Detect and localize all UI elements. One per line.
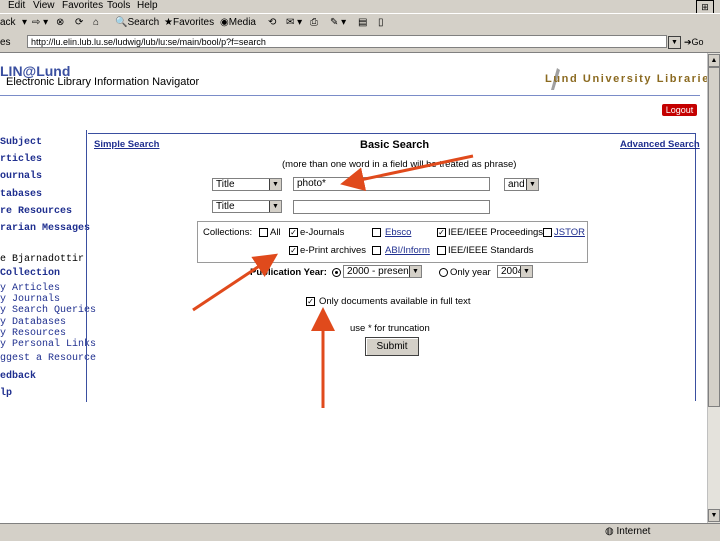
chevron-down-icon: ▼ (520, 266, 532, 277)
home-icon[interactable]: ⌂ (93, 17, 99, 28)
sidebar-my-personal-links[interactable]: y Personal Links (0, 339, 96, 350)
annotation-arrows (192, 154, 474, 408)
sidebar-item-journals[interactable]: ournals (0, 171, 42, 182)
scrollbar-thumb[interactable] (708, 67, 720, 407)
go-button[interactable]: ➔Go (684, 37, 704, 48)
site-logo-subtitle: Electronic Library Information Navigator (6, 76, 200, 88)
menu-bar: Edit View Favorites Tools Help (0, 0, 720, 13)
sidebar-item-more-resources[interactable]: re Resources (0, 206, 72, 217)
sidebar-help[interactable]: lp (0, 388, 12, 399)
go-label: Go (691, 37, 704, 47)
search-label: Search (127, 17, 160, 28)
search-panel-right-border (695, 133, 696, 401)
sidebar-item-librarian-messages[interactable]: rarian Messages (0, 223, 90, 234)
sidebar-my-collection-heading[interactable]: Collection (0, 268, 60, 279)
sidebar-my-resources[interactable]: y Resources (0, 328, 66, 339)
arrow-to-collections (192, 253, 279, 312)
chevron-down-icon: ▼ (526, 179, 538, 190)
back-dropdown-icon[interactable]: ▾ (22, 17, 27, 28)
stop-icon[interactable]: ⊗ (56, 17, 64, 28)
sidebar-feedback[interactable]: edback (0, 371, 36, 382)
collection-jstor-checkbox[interactable] (543, 228, 552, 237)
history-icon[interactable]: ⟲ (268, 17, 276, 28)
media-label: Media (228, 17, 256, 28)
sidebar-my-search-queries[interactable]: y Search Queries (0, 305, 96, 316)
favorites-toolbar-button[interactable]: ★Favorites (164, 17, 214, 28)
sidebar-divider (86, 130, 87, 402)
sidebar-item-subject[interactable]: Subject (0, 137, 42, 148)
logout-button[interactable]: Logout (662, 104, 697, 116)
scroll-down-icon[interactable]: ▼ (708, 509, 720, 522)
internet-zone: ◍ Internet (605, 526, 650, 537)
toolbar: ack ▾ ⇨ ▾ ⊗ ⟳ ⌂ 🔍Search ★Favorites ◉Medi… (0, 13, 720, 35)
sidebar-suggest-resource[interactable]: ggest a Resource (0, 353, 96, 364)
sidebar-my-journals[interactable]: y Journals (0, 294, 60, 305)
advanced-search-link[interactable]: Advanced Search (620, 139, 700, 150)
globe-icon: ◍ (605, 526, 614, 537)
media-icon: ◉ (220, 17, 229, 28)
collection-jstor-link[interactable]: JSTOR (554, 227, 585, 238)
back-button[interactable]: ack (0, 17, 16, 28)
sidebar-item-databases[interactable]: tabases (0, 189, 42, 200)
simple-search-link[interactable]: Simple Search (94, 139, 159, 150)
media-toolbar-button[interactable]: ◉Media (220, 17, 256, 28)
discuss-icon[interactable]: ▤ (358, 17, 367, 28)
arrow-to-search-term (340, 154, 474, 191)
search-panel-top-border (88, 133, 696, 134)
favorites-icon: ★ (164, 17, 173, 28)
menu-edit[interactable]: Edit (8, 0, 25, 11)
print-icon[interactable]: ⎙ (310, 17, 318, 28)
windows-logo-icon: ⊞ (696, 0, 714, 14)
menu-tools[interactable]: Tools (107, 0, 130, 11)
address-dropdown-icon[interactable]: ▼ (668, 36, 681, 49)
mail-icon[interactable]: ✉ ▾ (286, 17, 302, 28)
sidebar-my-databases[interactable]: y Databases (0, 317, 66, 328)
messenger-icon[interactable]: ▯ (378, 17, 384, 28)
go-arrow-icon: ➔ (684, 37, 692, 47)
header-divider (0, 95, 700, 96)
refresh-icon[interactable]: ⟳ (75, 17, 83, 28)
status-zone-label: Internet (616, 526, 651, 537)
sidebar-item-articles[interactable]: rticles (0, 154, 42, 165)
edit-icon[interactable]: ✎ ▾ (330, 17, 346, 28)
operator-select-value: and (508, 179, 525, 190)
sidebar-my-articles[interactable]: y Articles (0, 283, 60, 294)
address-label: es (0, 37, 11, 48)
menu-help[interactable]: Help (137, 0, 158, 11)
only-year-select[interactable]: 2004 ▼ (497, 265, 533, 278)
menu-view[interactable]: View (33, 0, 55, 11)
address-input[interactable]: http://lu.elin.lub.lu.se/ludwig/lub/lu:s… (27, 35, 667, 48)
operator-select[interactable]: and ▼ (504, 178, 539, 191)
sidebar-user-name: e Bjarnadottir (0, 254, 85, 265)
forward-icon[interactable]: ⇨ ▾ (32, 17, 48, 28)
scroll-up-icon[interactable]: ▲ (708, 54, 720, 67)
search-toolbar-button[interactable]: 🔍Search (115, 17, 159, 28)
search-icon: 🔍 (115, 17, 128, 28)
university-name: Lund University Libraries (545, 73, 718, 85)
favorites-label: Favorites (172, 17, 215, 28)
menu-favorites[interactable]: Favorites (62, 0, 103, 11)
